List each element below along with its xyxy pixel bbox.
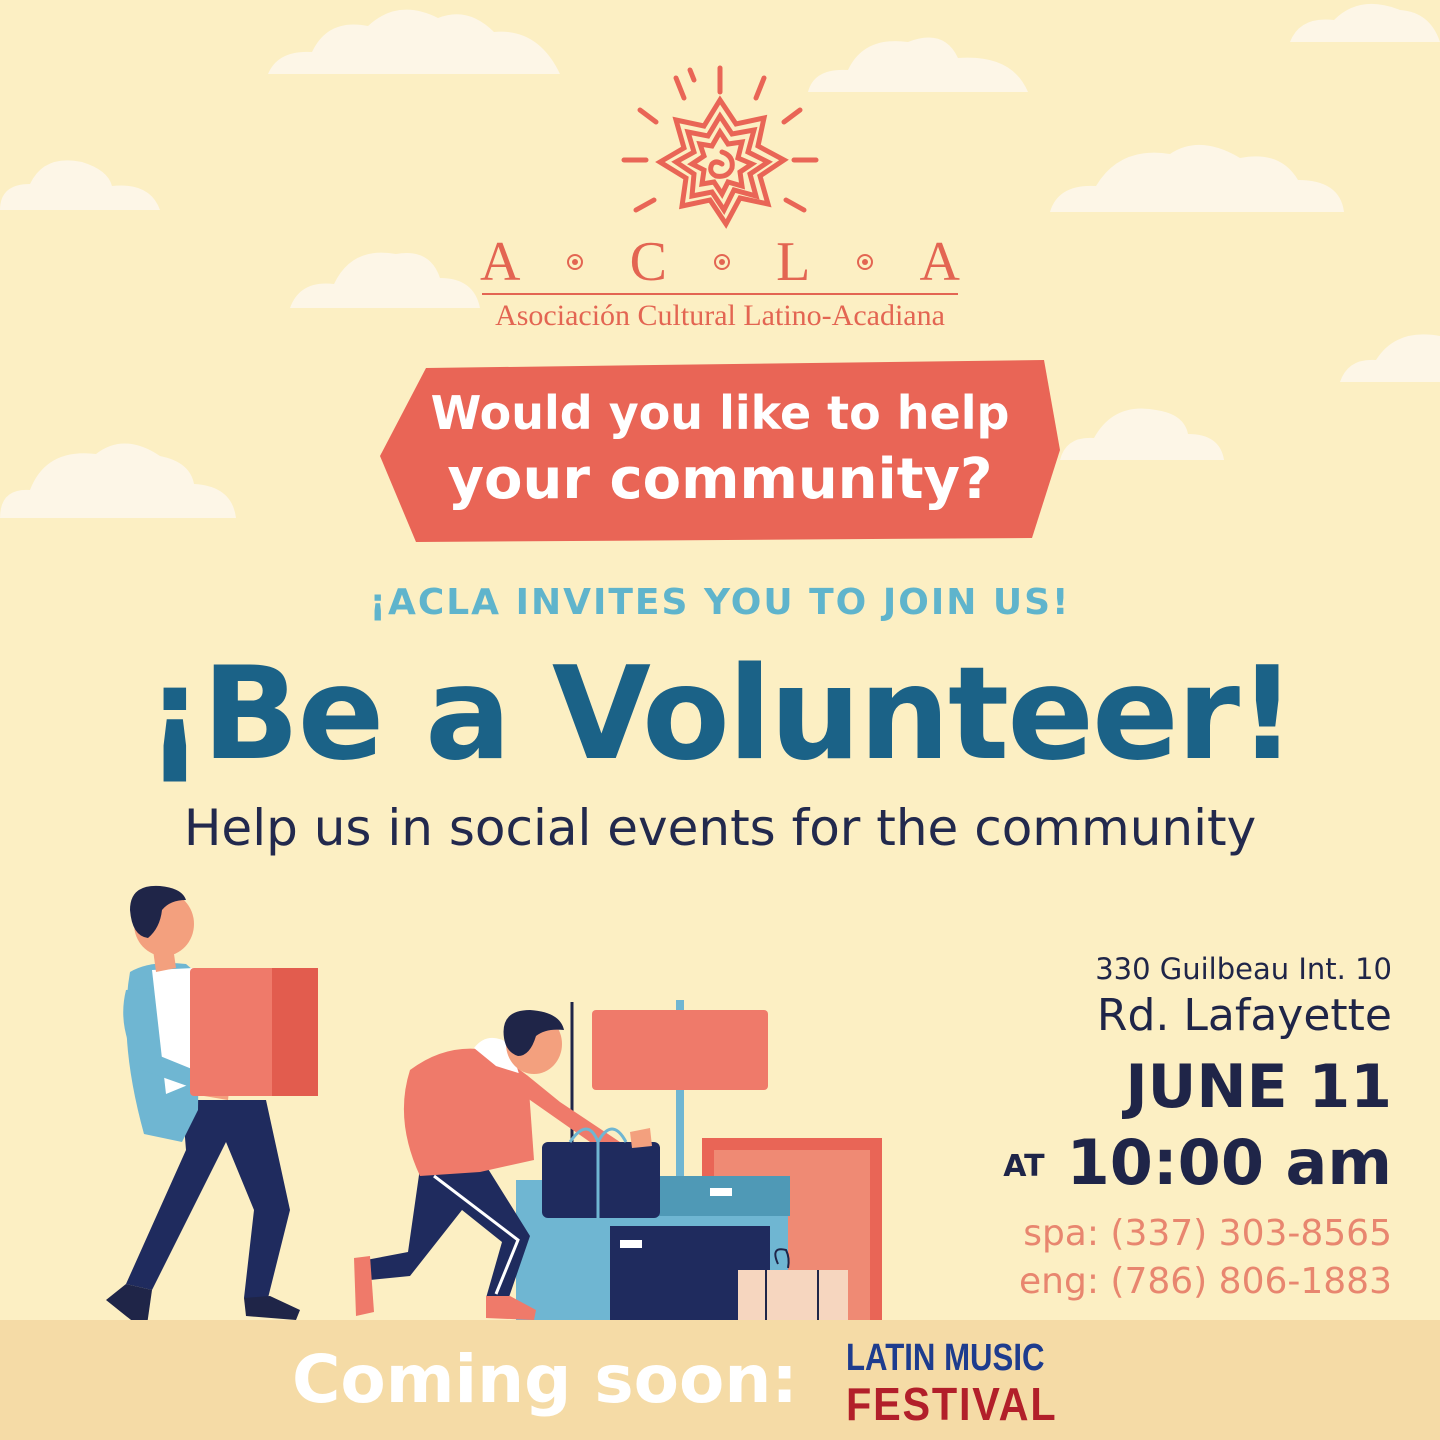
- banner-line-1: Would you like to help: [430, 386, 1010, 440]
- cloud-decoration: [1060, 408, 1224, 460]
- festival-line-1: LATIN MUSIC: [846, 1337, 1045, 1379]
- cloud-decoration: [0, 443, 236, 518]
- phone-spanish: spa: (337) 303-8565: [1023, 1213, 1392, 1254]
- logo-letter: L: [776, 231, 811, 293]
- logo-letter: A: [480, 231, 521, 293]
- acla-wordmark: A C L A: [480, 232, 960, 292]
- cloud-decoration: [1290, 3, 1440, 42]
- organization-name: Asociación Cultural Latino-Acadiana: [495, 299, 945, 332]
- headline: ¡Be a Volunteer!: [145, 640, 1297, 789]
- logo-divider: [482, 293, 958, 295]
- event-time-row: AT 10:00 am: [952, 1126, 1392, 1204]
- invite-text: ¡ACLA INVITES YOU TO JOIN US!: [369, 582, 1071, 623]
- event-date: JUNE 11: [1125, 1052, 1392, 1122]
- at-label: AT: [1003, 1149, 1045, 1184]
- cloud-decoration: [290, 252, 480, 308]
- latin-music-festival-logo: LATIN MUSIC FESTIVAL: [846, 1336, 1076, 1428]
- address-line-2: Rd. Lafayette: [1096, 990, 1392, 1041]
- event-time: 10:00 am: [1066, 1126, 1392, 1199]
- volunteer-poster: A C L A Asociación Cultural Latino-Acadi…: [0, 0, 1440, 1440]
- volunteer-carrying-box: [106, 885, 318, 1332]
- logo-dot: [713, 254, 730, 270]
- banner-line-2: your community?: [447, 447, 993, 512]
- cloud-decoration: [1050, 144, 1344, 212]
- coming-soon-text: Coming soon:: [292, 1341, 798, 1418]
- subheadline: Help us in social events for the communi…: [183, 799, 1257, 857]
- address-line-1: 330 Guilbeau Int. 10: [1095, 952, 1392, 986]
- volunteers-illustration: [106, 885, 882, 1332]
- logo-letter: C: [629, 231, 667, 293]
- festival-line-2: FESTIVAL: [846, 1378, 1058, 1430]
- logo-dot: [567, 254, 584, 270]
- logo-dot: [856, 254, 873, 270]
- phone-english: eng: (786) 806-1883: [1019, 1261, 1392, 1302]
- event-details: 330 Guilbeau Int. 10 Rd. Lafayette JUNE …: [952, 948, 1392, 1306]
- cloud-decoration: [1340, 334, 1440, 382]
- logo-letter: A: [919, 231, 960, 293]
- cloud-decoration: [0, 160, 160, 210]
- banner-text: Would you like to help your community?: [380, 382, 1060, 516]
